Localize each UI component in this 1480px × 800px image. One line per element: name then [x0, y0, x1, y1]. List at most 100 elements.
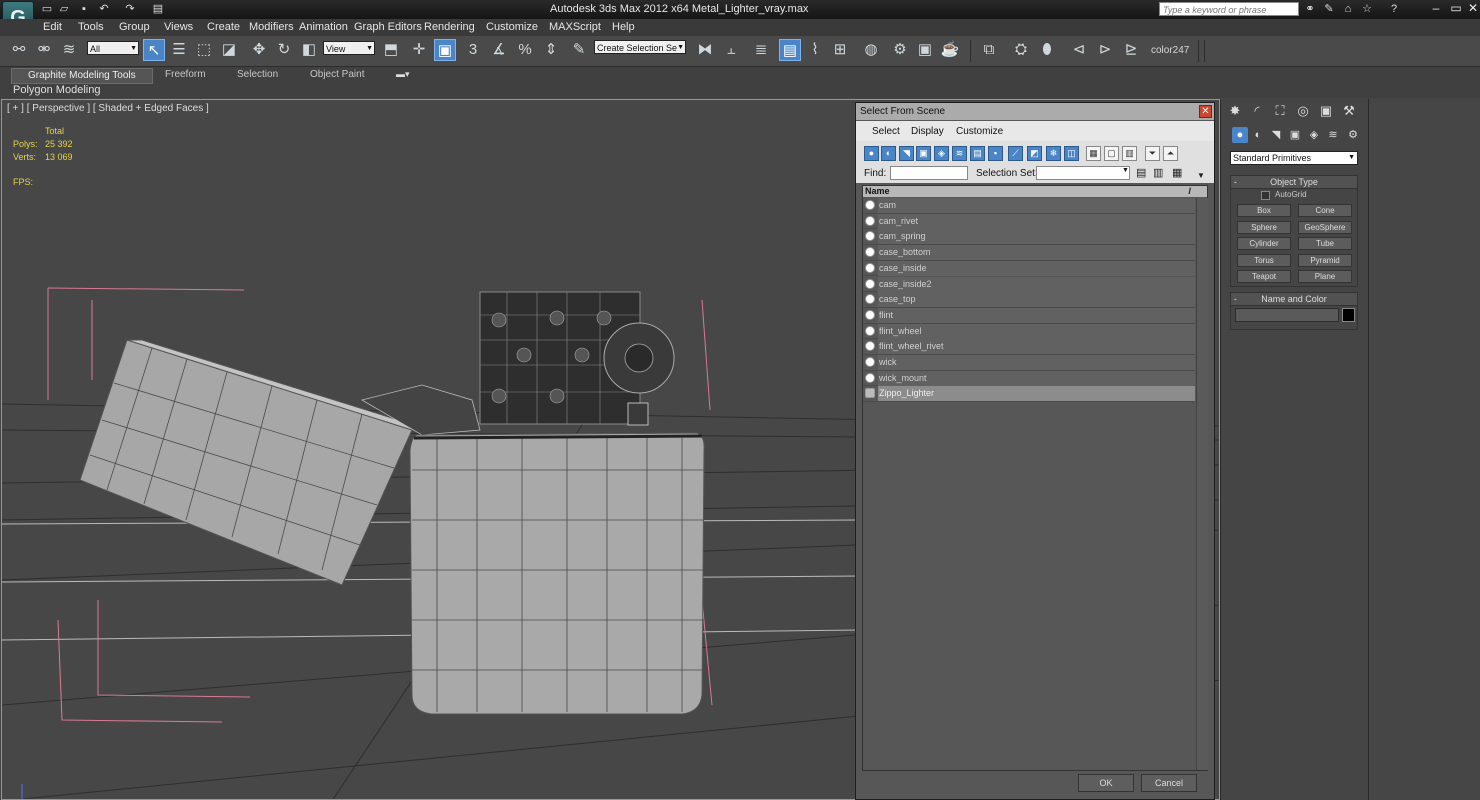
ribbon-tab-graphite[interactable]: Graphite Modeling Tools: [11, 68, 153, 84]
angle-snap-icon[interactable]: ∡: [488, 39, 510, 61]
geosphere-button[interactable]: GeoSphere: [1298, 221, 1352, 234]
render-setup-icon[interactable]: ⚙: [889, 39, 911, 61]
list-item[interactable]: wick: [863, 355, 1195, 371]
list-item[interactable]: flint: [863, 307, 1195, 324]
selection-filter-dropdown[interactable]: All: [87, 41, 139, 56]
shapes-category-icon[interactable]: ◐: [1250, 127, 1266, 143]
communication-center-icon[interactable]: ⌂: [1340, 2, 1356, 16]
display-invert-icon[interactable]: ▥: [1122, 146, 1137, 161]
ribbon-tab-object-paint[interactable]: Object Paint: [294, 68, 380, 82]
viewport-label[interactable]: [ + ] [ Perspective ] [ Shaded + Edged F…: [7, 103, 209, 114]
select-and-rotate-icon[interactable]: ↻: [273, 39, 295, 61]
material-editor-icon[interactable]: ◍: [860, 39, 882, 61]
animation-play-icon[interactable]: ⊳: [1094, 39, 1116, 61]
list-item[interactable]: flint_wheel: [863, 323, 1195, 340]
vray-lights-icon[interactable]: ⛭: [1010, 39, 1032, 61]
display-tab-icon[interactable]: ▣: [1315, 102, 1337, 120]
select-and-scale-icon[interactable]: ◧: [298, 39, 320, 61]
display-all-icon[interactable]: ▦: [1086, 146, 1101, 161]
list-scrollbar[interactable]: [1196, 198, 1208, 770]
find-input[interactable]: [890, 166, 968, 180]
dialog-options-chevron-icon[interactable]: ▼: [1197, 171, 1207, 181]
select-and-move-icon[interactable]: ✥: [248, 39, 270, 61]
ok-button[interactable]: OK: [1078, 774, 1134, 792]
display-lights-icon[interactable]: ◥: [899, 146, 914, 161]
list-item[interactable]: cam_rivet: [863, 213, 1195, 230]
display-xrefs-icon[interactable]: ▪: [988, 146, 1003, 161]
list-item[interactable]: case_inside: [863, 260, 1195, 277]
display-containers-icon[interactable]: ◩: [1027, 146, 1042, 161]
rendered-frame-window-icon[interactable]: ▣: [914, 39, 936, 61]
save-icon[interactable]: ▪: [76, 2, 92, 16]
schematic-view-icon[interactable]: ⊞: [829, 39, 851, 61]
cone-button[interactable]: Cone: [1298, 204, 1352, 217]
reference-coordinate-dropdown[interactable]: View: [323, 41, 375, 56]
menu-create[interactable]: Create: [207, 21, 240, 33]
list-item[interactable]: cam_spring: [863, 229, 1195, 246]
name-and-color-rollout-header[interactable]: Name and Color: [1231, 293, 1357, 306]
edit-named-selection-icon[interactable]: ✎: [568, 39, 590, 61]
list-item[interactable]: case_inside2: [863, 276, 1195, 293]
use-pivot-center-icon[interactable]: ⬒: [380, 39, 402, 61]
dialog-menu-display[interactable]: Display: [911, 126, 944, 137]
utilities-tab-icon[interactable]: ⚒: [1338, 102, 1360, 120]
menu-views[interactable]: Views: [164, 21, 193, 33]
selection-set-chevron-icon[interactable]: ▼: [1122, 167, 1130, 179]
modify-tab-icon[interactable]: ◜: [1246, 102, 1268, 120]
autogrid-checkbox[interactable]: [1261, 191, 1270, 200]
open-file-icon[interactable]: ▱: [56, 2, 72, 16]
animation-next-icon[interactable]: ⊵: [1120, 39, 1142, 61]
display-cameras-icon[interactable]: ▣: [916, 146, 931, 161]
select-and-manipulate-icon[interactable]: ✛: [408, 39, 430, 61]
dialog-menu-customize[interactable]: Customize: [956, 126, 1003, 137]
unlink-icon[interactable]: ⚮: [33, 39, 55, 61]
remove-from-selection-set-icon[interactable]: ▦: [1172, 166, 1186, 180]
animation-key-icon[interactable]: ⊲: [1068, 39, 1090, 61]
list-item[interactable]: flint_wheel_rivet: [863, 339, 1195, 355]
tools-icon[interactable]: ✎: [1321, 2, 1337, 16]
menu-help[interactable]: Help: [612, 21, 635, 33]
lights-category-icon[interactable]: ◥: [1268, 127, 1284, 143]
list-item[interactable]: case_top: [863, 292, 1195, 308]
new-file-icon[interactable]: ▭: [39, 2, 55, 16]
align-icon[interactable]: ⫠: [720, 39, 742, 61]
select-by-name-icon[interactable]: ☰: [168, 39, 190, 61]
undo-icon[interactable]: ↶: [96, 2, 112, 16]
object-name-input[interactable]: [1235, 308, 1339, 322]
select-object-icon[interactable]: ↖: [143, 39, 165, 61]
bind-space-warp-icon[interactable]: ≋: [58, 39, 80, 61]
menu-customize[interactable]: Customize: [486, 21, 538, 33]
spinner-snap-icon[interactable]: ⇕: [540, 39, 562, 61]
close-window-button[interactable]: ✕: [1462, 0, 1480, 16]
menu-graph-editors[interactable]: Graph Editors: [354, 21, 422, 33]
project-folder-icon[interactable]: ▤: [150, 2, 166, 16]
helpers-category-icon[interactable]: ◈: [1306, 127, 1322, 143]
object-color-swatch[interactable]: [1342, 308, 1355, 322]
list-item-selected[interactable]: Zippo_Lighter: [863, 386, 1195, 403]
menu-maxscript[interactable]: MAXScript: [549, 21, 601, 33]
ribbon-panel-polygon-modeling[interactable]: Polygon Modeling: [13, 84, 100, 96]
cancel-button[interactable]: Cancel: [1141, 774, 1197, 792]
object-type-rollout-header[interactable]: Object Type: [1231, 176, 1357, 189]
percent-snap-icon[interactable]: %: [514, 39, 536, 61]
primitive-category-dropdown[interactable]: Standard Primitives: [1230, 151, 1358, 165]
vray-proxy-icon[interactable]: ⬮: [1036, 39, 1058, 61]
curve-editor-icon[interactable]: ⌇: [804, 39, 826, 61]
display-frozen-icon[interactable]: ❄: [1046, 146, 1061, 161]
filter-icon[interactable]: ⏷: [1145, 146, 1160, 161]
display-hidden-icon[interactable]: ◫: [1064, 146, 1079, 161]
redo-icon[interactable]: ↷: [122, 2, 138, 16]
pyramid-button[interactable]: Pyramid: [1298, 254, 1352, 267]
display-geometry-icon[interactable]: ●: [864, 146, 879, 161]
torus-button[interactable]: Torus: [1237, 254, 1291, 267]
display-shapes-icon[interactable]: ◐: [881, 146, 896, 161]
display-none-icon[interactable]: ▢: [1104, 146, 1119, 161]
hierarchy-tab-icon[interactable]: ⛶: [1269, 102, 1291, 120]
ribbon-options-icon[interactable]: ▬▾: [396, 69, 414, 81]
systems-category-icon[interactable]: ⚙: [1345, 127, 1361, 143]
plane-button[interactable]: Plane: [1298, 270, 1352, 283]
graphite-modeling-toggle-icon[interactable]: ▤: [779, 39, 801, 61]
favorites-star-icon[interactable]: ☆: [1359, 2, 1375, 16]
layer-manager-icon[interactable]: ≣: [750, 39, 772, 61]
selection-set-dropdown[interactable]: [1036, 166, 1130, 180]
